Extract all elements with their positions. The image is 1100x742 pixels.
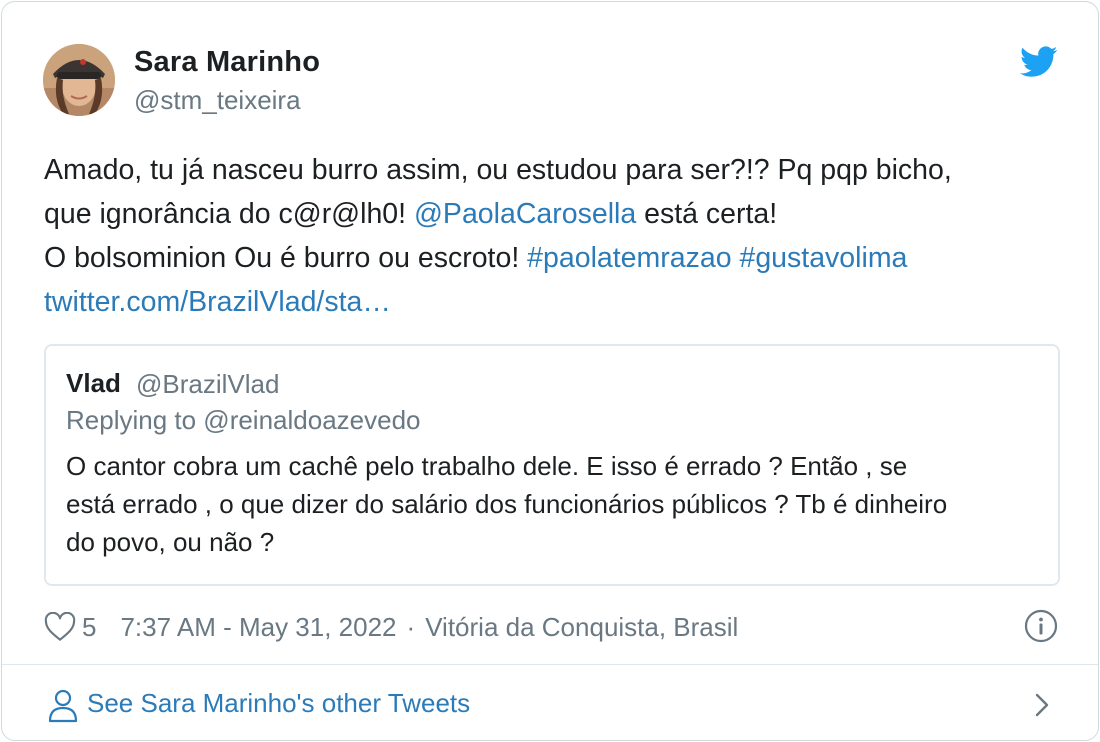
tweet-card: Sara Marinho @stm_teixeira Amado, tu já …: [1, 1, 1099, 741]
location[interactable]: Vitória da Conquista, Brasil: [425, 612, 738, 643]
like-count[interactable]: 5: [82, 612, 96, 643]
mention-link[interactable]: @PaolaCarosella: [414, 198, 636, 230]
quoted-tweet-text: O cantor cobra um cachê pelo trabalho de…: [66, 447, 1051, 561]
tweet-line-2: que ignorância do c@r@lh0! @PaolaCarosel…: [44, 192, 1034, 236]
see-more-label[interactable]: See Sara Marinho's other Tweets: [87, 688, 470, 719]
author-handle[interactable]: @stm_teixeira: [134, 85, 301, 116]
hashtag-link[interactable]: #paolatemrazao: [527, 242, 731, 274]
tweet-text-segment: está certa!: [636, 198, 778, 230]
chevron-right-icon[interactable]: [1032, 690, 1052, 720]
twitter-bird-icon[interactable]: [1020, 46, 1058, 78]
hashtag-link[interactable]: #gustavolima: [739, 242, 907, 274]
tweet-line-1: Amado, tu já nasceu burro assim, ou estu…: [44, 154, 952, 186]
tweet-line-3: O bolsominion Ou é burro ou escroto! #pa…: [44, 236, 1034, 280]
quoted-author-name: Vlad: [66, 368, 121, 398]
meta-separator: ·: [406, 611, 416, 642]
info-icon[interactable]: [1024, 609, 1058, 643]
quoted-author-handle: @BrazilVlad: [136, 369, 280, 399]
quoted-line-2: está errado , o que dizer do salário dos…: [66, 489, 948, 519]
quoted-tweet[interactable]: Vlad @BrazilVlad Replying to @reinaldoaz…: [44, 344, 1060, 586]
timestamp[interactable]: 7:37 AM - May 31, 2022: [120, 612, 396, 643]
quoted-replying-to: Replying to @reinaldoazevedo: [66, 405, 421, 435]
heart-icon[interactable]: [44, 612, 76, 642]
user-icon: [48, 689, 78, 723]
tweet-text-segment: O bolsominion Ou é burro ou escroto!: [44, 242, 528, 274]
author-name[interactable]: Sara Marinho: [134, 46, 320, 79]
tweet-text-segment: que ignorância do c@r@lh0!: [44, 198, 414, 230]
tweet-line-4: twitter.com/BrazilVlad/sta…: [44, 280, 1034, 324]
tweet-meta: 5 7:37 AM - May 31, 2022 · Vitória da Co…: [44, 610, 738, 644]
tweet-text: Amado, tu já nasceu burro assim, ou estu…: [44, 148, 1034, 324]
avatar-photo: [43, 44, 115, 116]
quoted-line-1: O cantor cobra um cachê pelo trabalho de…: [66, 451, 908, 481]
quoted-line-3: do povo, ou não ?: [66, 527, 275, 557]
url-link[interactable]: twitter.com/BrazilVlad/sta…: [44, 286, 391, 318]
avatar[interactable]: [43, 44, 115, 116]
